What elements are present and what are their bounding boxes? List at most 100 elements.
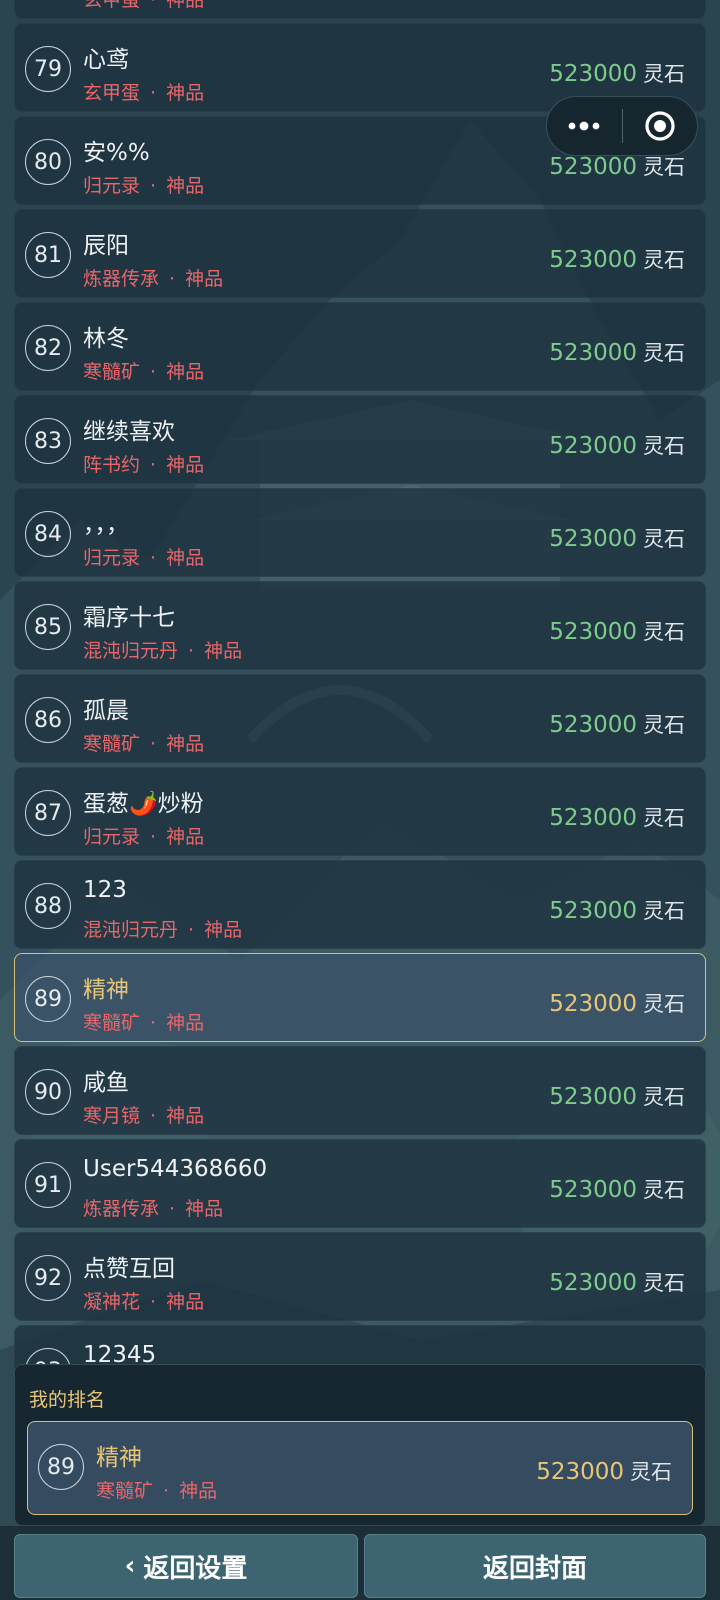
- score-value: 523000: [549, 1270, 637, 1296]
- score-unit: 灵石: [643, 155, 685, 179]
- player-score: 523000 灵石: [549, 709, 685, 739]
- score-unit: 灵石: [643, 527, 685, 551]
- back-to-settings-label: 返回设置: [143, 1553, 248, 1584]
- item-name: 归元录: [83, 175, 141, 197]
- score-unit: 灵石: [643, 899, 685, 923]
- player-score: 523000 灵石: [549, 430, 685, 460]
- separator-dot: ·: [150, 1012, 157, 1034]
- item-grade: 神品: [166, 361, 205, 383]
- list-item: 92 点赞互回 凝神花 · 神品 523000 灵石: [14, 1232, 706, 1321]
- list-item: 87 蛋葱🌶️炒粉 归元录 · 神品 523000 灵石: [14, 767, 706, 856]
- score-value: 523000: [549, 898, 637, 924]
- ranking-list[interactable]: 78玄甲蛋·神品523000灵石79心鸢玄甲蛋·神品523000灵石80安%%归…: [14, 0, 706, 1418]
- player-item: 凝神花 · 神品: [83, 1287, 204, 1314]
- item-grade: 神品: [166, 547, 205, 569]
- separator-dot: ·: [150, 1105, 157, 1127]
- player-name: 辰阳: [83, 233, 129, 259]
- back-to-cover-button[interactable]: 返回封面: [364, 1534, 706, 1598]
- list-item: 84 ，，， 归元录 · 神品 523000 灵石: [14, 488, 706, 577]
- item-grade: 神品: [185, 268, 224, 290]
- list-item: 91 User544368660 炼器传承 · 神品 523000 灵石: [14, 1139, 706, 1228]
- score-value: 523000: [549, 991, 637, 1017]
- item-name: 炼器传承: [83, 268, 160, 290]
- player-name: ，，，: [83, 512, 129, 538]
- item-name: 阵书约: [83, 454, 141, 476]
- rank-badge: 91: [25, 1162, 71, 1208]
- target-circle-icon[interactable]: [623, 97, 698, 155]
- item-grade: 神品: [204, 640, 243, 662]
- score-unit: 灵石: [643, 713, 685, 737]
- player-name: 孤晨: [83, 698, 129, 724]
- rank-badge: 79: [25, 46, 71, 92]
- item-grade: 神品: [166, 82, 205, 104]
- item-grade: 神品: [179, 1480, 218, 1502]
- player-score: 523000 灵石: [549, 616, 685, 646]
- score-value: 523000: [549, 619, 637, 645]
- player-name: 蛋葱🌶️炒粉: [83, 791, 204, 817]
- separator-dot: ·: [150, 826, 157, 848]
- player-item: 寒髓矿 · 神品: [96, 1476, 217, 1503]
- my-rank-title: 我的排名: [29, 1389, 106, 1411]
- item-name: 寒月镜: [83, 1105, 141, 1127]
- separator-dot: ·: [188, 919, 195, 941]
- list-item: 85 霜序十七 混沌归元丹 · 神品 523000 灵石: [14, 581, 706, 670]
- player-score: 523000 灵石: [549, 337, 685, 367]
- player-name: 霜序十七: [83, 605, 175, 631]
- rank-badge: 87: [25, 790, 71, 836]
- separator-dot: ·: [150, 361, 157, 383]
- score-unit: 灵石: [630, 1460, 672, 1484]
- back-to-cover-label: 返回封面: [482, 1553, 587, 1584]
- player-name: 精神: [96, 1445, 142, 1471]
- player-score: 523000 灵石: [549, 988, 685, 1018]
- separator-dot: ·: [150, 175, 157, 197]
- player-item: 寒髓矿 · 神品: [83, 357, 204, 384]
- item-grade: 神品: [166, 0, 205, 11]
- score-unit: 灵石: [643, 1178, 685, 1202]
- player-score: 523000 灵石: [549, 802, 685, 832]
- item-name: 归元录: [83, 826, 141, 848]
- item-name: 寒髓矿: [83, 1012, 141, 1034]
- player-item: 寒髓矿 · 神品: [83, 1008, 204, 1035]
- score-unit: 灵石: [643, 806, 685, 830]
- footer-bar: ‹ 返回设置 返回封面: [0, 1526, 720, 1600]
- rank-badge: 89: [38, 1444, 84, 1490]
- item-grade: 神品: [166, 175, 205, 197]
- item-name: 寒髓矿: [83, 733, 141, 755]
- score-value: 523000: [549, 712, 637, 738]
- item-name: 炼器传承: [83, 1198, 160, 1220]
- score-unit: 灵石: [643, 62, 685, 86]
- item-name: 混沌归元丹: [83, 640, 179, 662]
- player-score: 523000 灵石: [536, 1456, 672, 1486]
- player-score: 523000 灵石: [549, 895, 685, 925]
- player-item: 玄甲蛋 · 神品: [83, 0, 204, 12]
- item-grade: 神品: [166, 454, 205, 476]
- my-list-row: 89 精神 寒髓矿 · 神品 523000 灵石: [14, 953, 706, 1042]
- more-dots-icon[interactable]: [547, 97, 622, 155]
- item-name: 混沌归元丹: [83, 919, 179, 941]
- player-name: 精神: [83, 977, 129, 1003]
- my-rank-row: 89 精神 寒髓矿 · 神品 523000 灵石: [27, 1421, 693, 1515]
- separator-dot: ·: [169, 268, 176, 290]
- player-item: 炼器传承 · 神品: [83, 264, 223, 291]
- player-name: 心鸢: [83, 47, 129, 73]
- score-value: 523000: [549, 247, 637, 273]
- separator-dot: ·: [150, 733, 157, 755]
- player-score: 523000 灵石: [549, 58, 685, 88]
- score-unit: 灵石: [643, 248, 685, 272]
- score-value: 523000: [549, 154, 637, 180]
- rank-badge: 81: [25, 232, 71, 278]
- list-item: 82 林冬 寒髓矿 · 神品 523000 灵石: [14, 302, 706, 391]
- my-rank-panel: 我的排名 89 精神 寒髓矿 · 神品 523000 灵石: [14, 1364, 706, 1526]
- list-item: 90 咸鱼 寒月镜 · 神品 523000 灵石: [14, 1046, 706, 1135]
- player-name: 林冬: [83, 326, 129, 352]
- chevron-left-icon: ‹: [124, 1551, 136, 1581]
- score-value: 523000: [549, 1084, 637, 1110]
- player-item: 归元录 · 神品: [83, 171, 204, 198]
- separator-dot: ·: [150, 547, 157, 569]
- back-to-settings-button[interactable]: ‹ 返回设置: [14, 1534, 358, 1598]
- score-value: 523000: [549, 433, 637, 459]
- separator-dot: ·: [163, 1480, 170, 1502]
- player-item: 炼器传承 · 神品: [83, 1194, 223, 1221]
- separator-dot: ·: [150, 0, 157, 11]
- separator-dot: ·: [150, 1291, 157, 1313]
